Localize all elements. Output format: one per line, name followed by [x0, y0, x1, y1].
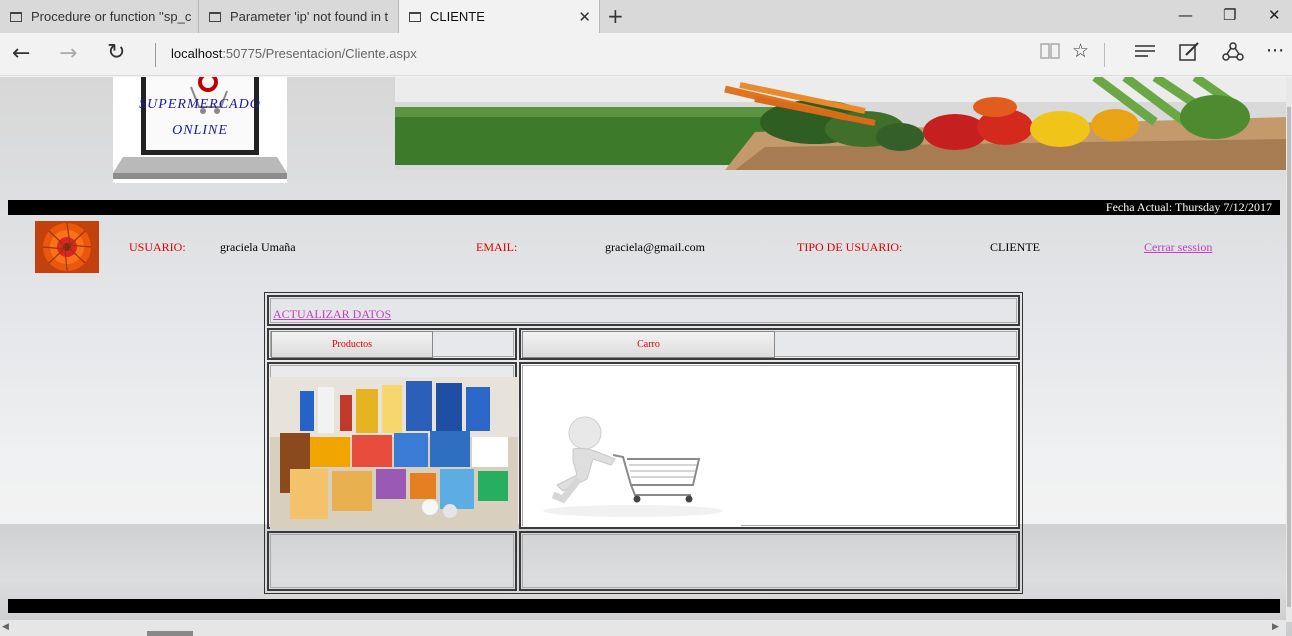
client-panel-table: ACTUALIZAR DATOS Productos Carro	[264, 292, 1023, 594]
tab-page-icon	[209, 11, 221, 22]
email-label: EMAIL:	[476, 240, 518, 254]
logo-text-line2: ONLINE	[172, 123, 228, 138]
browser-tab-2[interactable]: Parameter 'ip' not found in t	[199, 0, 399, 33]
back-icon[interactable]: ←	[12, 41, 30, 66]
toolbar-separator	[1104, 43, 1105, 67]
tipo-usuario-label: TIPO DE USUARIO:	[797, 240, 903, 254]
carro-cell: Carro	[519, 328, 1020, 360]
tab-title: Procedure or function ''sp_c	[31, 9, 192, 24]
favorite-star-icon[interactable]: ☆	[1072, 40, 1089, 62]
minimize-icon[interactable]: —	[1178, 6, 1193, 24]
browser-tab-3[interactable]: CLIENTE ✕	[399, 0, 600, 33]
site-logo: SUPERMERCADO ONLINE	[113, 77, 287, 183]
new-tab-icon[interactable]: +	[607, 4, 624, 28]
tab-page-icon	[10, 11, 22, 22]
productos-image-cell	[267, 362, 518, 529]
usuario-label: USUARIO:	[129, 240, 186, 254]
carro-footer-cell	[519, 531, 1020, 591]
reading-view-icon[interactable]	[1040, 42, 1060, 65]
vegetables-banner-image	[395, 77, 1287, 170]
restore-icon[interactable]: ❐	[1223, 6, 1236, 24]
tab-title: Parameter 'ip' not found in t	[230, 9, 389, 24]
close-tab-icon[interactable]: ✕	[578, 8, 591, 26]
share-icon[interactable]	[1222, 42, 1244, 67]
forward-icon[interactable]: →	[59, 41, 77, 66]
tipo-usuario-value: CLIENTE	[990, 240, 1040, 254]
update-data-link[interactable]: ACTUALIZAR DATOS	[273, 307, 391, 322]
logo-text-line1: SUPERMERCADO	[139, 97, 261, 112]
vertical-scrollbar-thumb[interactable]	[1287, 107, 1291, 607]
logout-link[interactable]: Cerrar session	[1144, 240, 1212, 255]
address-bar: ← → ↻ localhost:50775/Presentacion/Clien…	[0, 33, 1292, 76]
scroll-right-arrow-icon[interactable]: ▶	[1272, 622, 1279, 632]
close-window-icon[interactable]: ✕	[1268, 6, 1281, 24]
groceries-image[interactable]	[270, 377, 518, 529]
horizontal-scrollbar[interactable]: ◀ ▶	[0, 620, 1286, 636]
scroll-left-arrow-icon[interactable]: ◀	[2, 622, 9, 632]
productos-cell: Productos	[267, 328, 517, 360]
browser-tab-bar: Procedure or function ''sp_c Parameter '…	[0, 0, 1292, 33]
carro-image-cell	[519, 362, 1020, 529]
vertical-scrollbar[interactable]	[1286, 77, 1292, 622]
web-note-icon[interactable]	[1178, 42, 1200, 67]
page-viewport: SUPERMERCADO ONLINE Fecha Actual: Thursd…	[0, 77, 1292, 636]
url-host: localhost	[171, 46, 223, 61]
current-date-bar: Fecha Actual: Thursday 7/12/2017	[8, 200, 1280, 215]
url-field[interactable]: localhost:50775/Presentacion/Cliente.asp…	[171, 46, 417, 61]
page-footer-bar	[8, 599, 1280, 613]
email-value: graciela@gmail.com	[605, 240, 706, 254]
browser-tab-1[interactable]: Procedure or function ''sp_c	[0, 0, 199, 33]
usuario-value: graciela Umaña	[220, 240, 296, 254]
carro-button[interactable]: Carro	[522, 331, 775, 358]
productos-button[interactable]: Productos	[271, 331, 433, 358]
more-menu-icon[interactable]: ···	[1266, 40, 1284, 62]
tab-title: CLIENTE	[430, 9, 485, 24]
horizontal-scrollbar-thumb[interactable]	[147, 631, 193, 636]
user-avatar	[35, 221, 99, 273]
url-path: :50775/Presentacion/Cliente.aspx	[222, 46, 417, 61]
shopping-cart-person-image[interactable]	[523, 399, 741, 527]
address-separator	[155, 43, 156, 67]
tab-page-icon	[409, 11, 421, 22]
productos-footer-cell	[267, 531, 517, 591]
refresh-icon[interactable]: ↻	[107, 40, 125, 65]
hub-icon[interactable]	[1134, 42, 1156, 65]
update-data-cell: ACTUALIZAR DATOS	[267, 295, 1020, 326]
